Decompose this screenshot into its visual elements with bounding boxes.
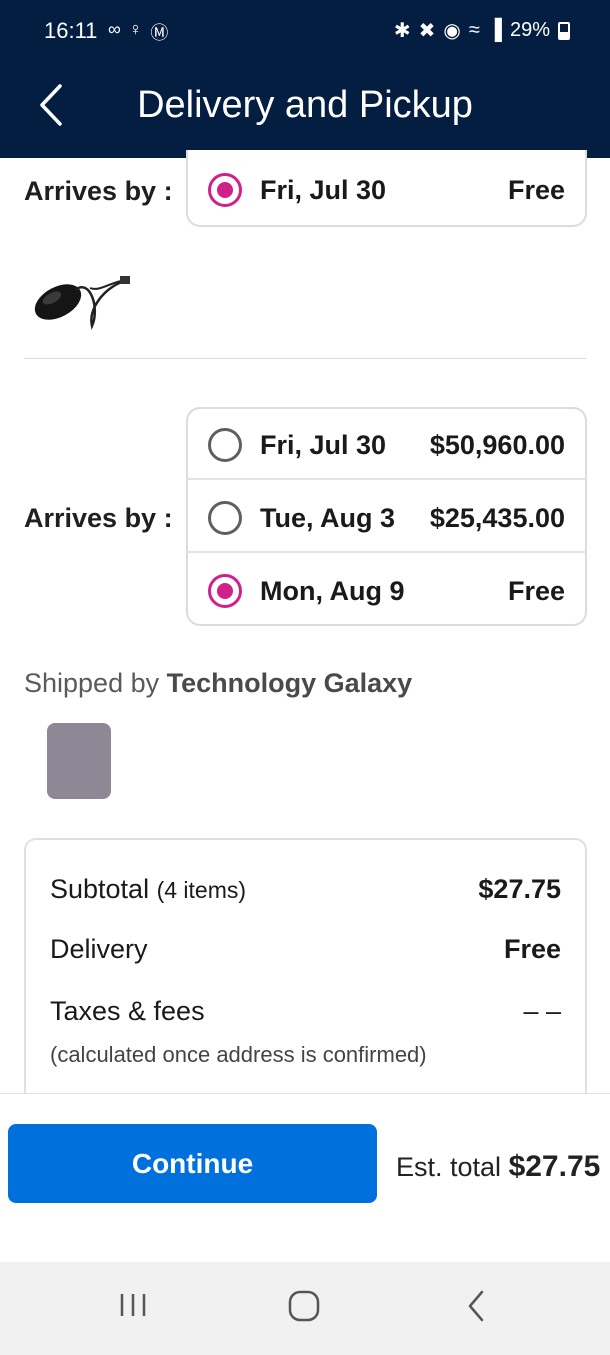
status-left-icons: ∞ ♀ Ⓜ [108,19,168,45]
location-icon: ◉ [443,20,461,42]
delivery-option-mon-aug-9[interactable]: Mon, Aug 9 Free [188,571,585,611]
delivery-row: Delivery Free [50,934,561,965]
recent-apps-icon[interactable] [116,1288,150,1322]
system-back-icon[interactable] [462,1288,492,1324]
continue-button[interactable]: Continue [8,1124,377,1203]
radio-unselected-icon[interactable] [208,428,242,462]
arrives-by-label: Arrives by : [24,176,173,206]
option-divider [186,551,586,553]
taxes-value: – – [523,996,561,1026]
battery-icon [558,21,570,40]
system-nav-bar [0,1262,610,1355]
item-count: (4 items) [156,877,247,903]
est-total-value: $27.75 [508,1150,601,1183]
order-summary: Subtotal (4 items) $27.75 Delivery Free … [24,838,587,1108]
taxes-row: Taxes & fees – – [50,996,561,1027]
voicemail-icon: ∞ [108,19,121,39]
delivery-option-tue-aug-3[interactable]: Tue, Aug 3 $25,435.00 [188,498,585,538]
shipped-by: Shipped by Technology Galaxy [24,668,412,699]
option-date: Mon, Aug 9 [260,575,405,606]
subtotal-value: $27.75 [478,874,561,904]
option-price: $50,960.00 [429,429,565,460]
mute-icon: ✖ [418,20,436,42]
section-divider [24,358,586,359]
taxes-label: Taxes & fees [50,996,205,1026]
radio-selected-icon[interactable] [208,574,242,608]
home-icon[interactable] [286,1288,322,1324]
page-title: Delivery and Pickup [137,84,473,126]
product-mouse-image [34,276,130,330]
subtotal-label: Subtotal [50,874,150,904]
est-total-label: Est. total [396,1152,502,1182]
checkout-bar: Continue Est. total $27.75 [0,1093,610,1262]
person-icon: ♀ [128,19,143,39]
delivery-option-fri-jul-30[interactable]: Fri, Jul 30 Free [188,170,585,210]
app-header: 16:11 ∞ ♀ Ⓜ ✱ ✖ ◉ ≈ ▐ 29% Delivery and P… [0,0,610,158]
signal-icon: ▐ [487,19,502,41]
delivery-label: Delivery [50,934,148,964]
seller-name[interactable]: Technology Galaxy [167,668,413,698]
option-price: Free [507,174,565,205]
option-date: Tue, Aug 3 [260,502,395,533]
battery-percent: 29% [509,19,550,41]
status-time: 16:11 [44,18,98,43]
delivery-option-fri-jul-30[interactable]: Fri, Jul 30 $50,960.00 [188,425,585,465]
option-date: Fri, Jul 30 [260,429,387,460]
wifi-icon: ≈ [468,19,480,41]
option-price: Free [507,575,565,606]
status-right-icons: ✱ ✖ ◉ ≈ ▐ 29% [394,18,570,43]
product-mousepad-image [47,723,111,799]
estimated-total: Est. total $27.75 [396,1150,600,1184]
delivery-options-item1: Fri, Jul 30 Free [186,150,587,227]
subtotal-row: Subtotal (4 items) $27.75 [50,874,561,905]
option-price: $25,435.00 [429,502,565,533]
radio-unselected-icon[interactable] [208,501,242,535]
shipped-by-prefix: Shipped by [24,668,160,698]
radio-selected-icon[interactable] [208,173,242,207]
taxes-note: (calculated once address is confirmed) [50,1042,427,1067]
option-divider [186,478,586,480]
delivery-options-item2: Fri, Jul 30 $50,960.00 Tue, Aug 3 $25,43… [186,407,587,626]
option-date: Fri, Jul 30 [260,174,387,205]
delivery-value: Free [503,934,561,964]
arrives-by-label-2: Arrives by : [24,503,173,533]
malwarebytes-icon: Ⓜ [150,23,169,43]
bluetooth-icon: ✱ [393,20,411,42]
